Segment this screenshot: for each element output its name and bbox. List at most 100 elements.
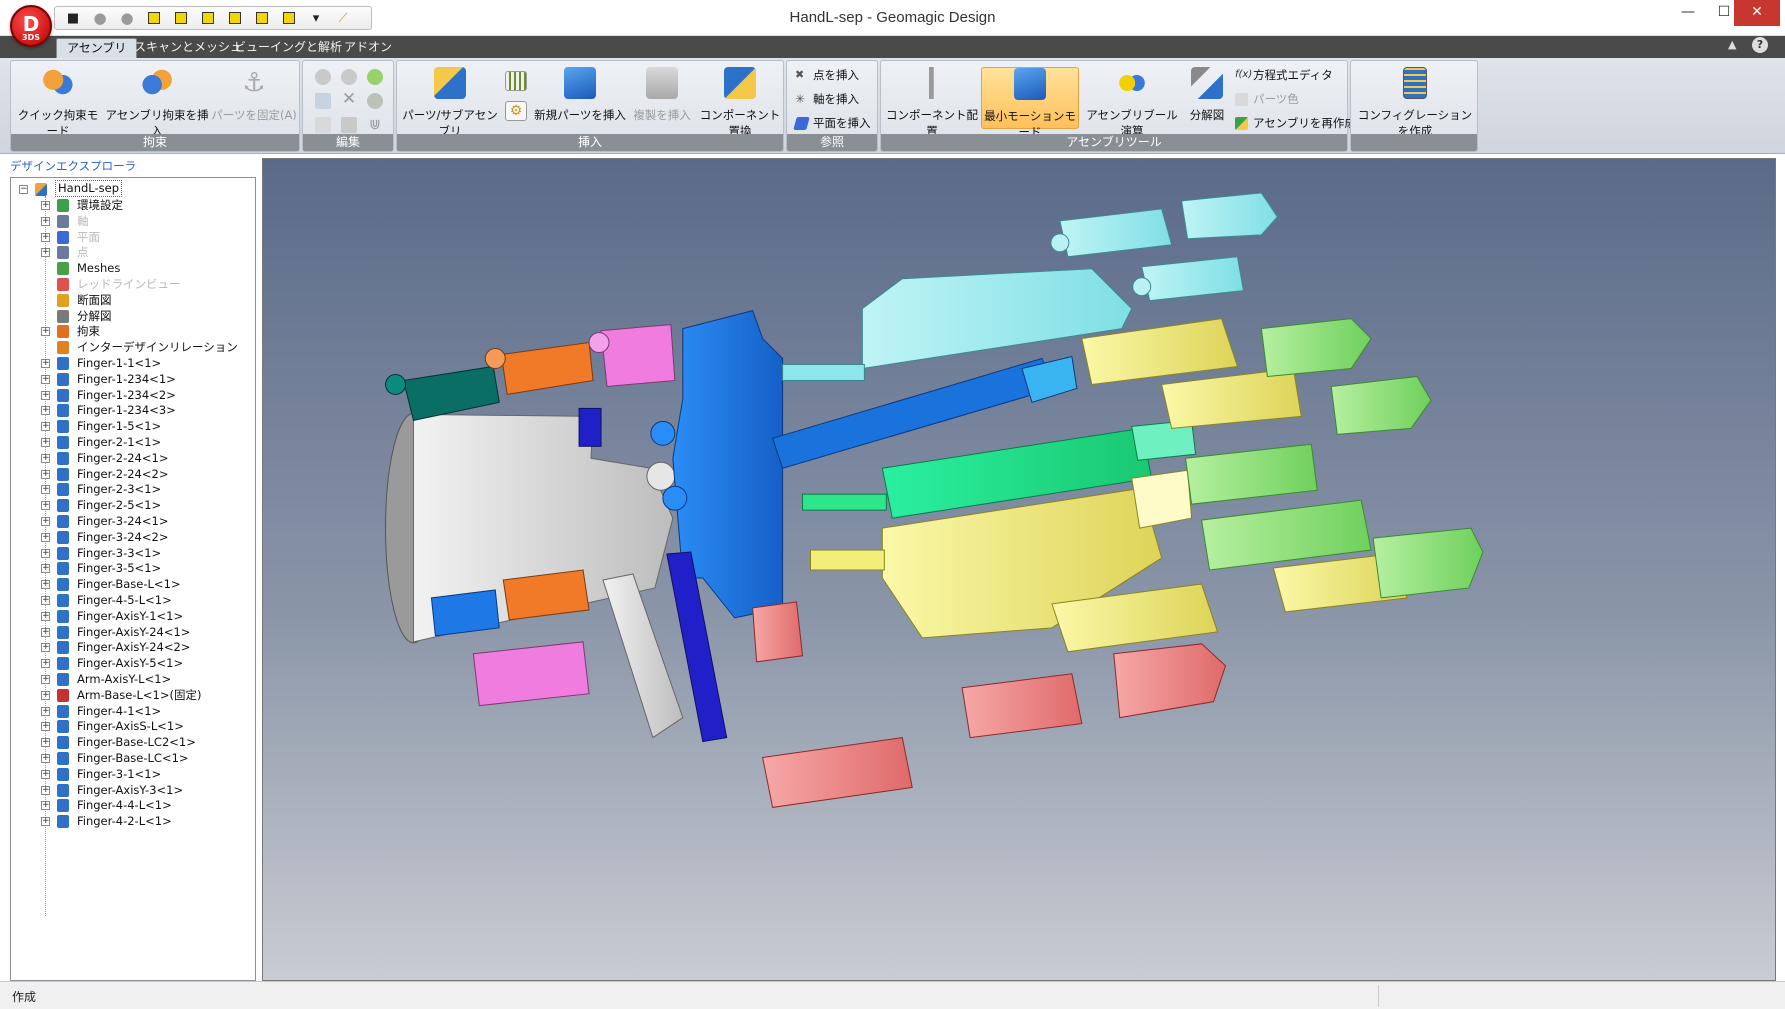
part-color-button[interactable]: パーツ色 [1233, 89, 1299, 109]
edit-split-icon[interactable]: ⋓ [367, 117, 383, 133]
component-layout-button[interactable]: コンポーネント配置 [885, 67, 979, 138]
tab-viewing-analysis[interactable]: ビューイングと解析 [224, 38, 352, 58]
3d-viewport[interactable] [262, 158, 1776, 981]
bracket-blue-part[interactable] [430, 589, 500, 637]
expand-icon[interactable]: + [41, 611, 50, 621]
grid-insert-icon[interactable] [505, 71, 527, 91]
part-icon [57, 641, 69, 655]
bracket-orange-part[interactable] [484, 341, 594, 395]
expand-icon[interactable]: + [41, 216, 50, 226]
expand-icon[interactable]: + [41, 390, 50, 400]
expand-icon[interactable]: + [41, 801, 50, 811]
expand-icon[interactable]: + [41, 327, 50, 337]
expand-icon[interactable]: + [41, 438, 50, 447]
expand-icon[interactable]: + [41, 422, 50, 432]
minimize-button[interactable]: — [1670, 0, 1706, 26]
expand-icon[interactable]: + [41, 769, 50, 779]
insert-new-part-button[interactable]: 新規パーツを挿入 [531, 67, 629, 129]
expand-icon[interactable]: + [41, 201, 50, 210]
part-icon [57, 420, 69, 434]
edit-shape-icon[interactable] [367, 69, 383, 85]
view-cube-icon[interactable] [252, 9, 272, 27]
expand-icon[interactable]: + [41, 817, 50, 827]
design-explorer-tree[interactable]: − HandL-sep + 環境設定 + 軸 + 平面 + 点 Meshes レッドラインビュー断… [10, 177, 256, 981]
expand-icon[interactable]: + [41, 453, 50, 463]
expand-icon[interactable]: + [41, 722, 50, 732]
view-cube-icon[interactable] [171, 9, 191, 27]
expand-icon[interactable]: + [41, 690, 50, 700]
edit-mirror-icon[interactable] [315, 117, 331, 133]
expand-icon[interactable]: + [41, 580, 50, 590]
assembly-boolean-button[interactable]: アセンブリブール演算 [1081, 67, 1183, 138]
tree-item-label: Finger-4-2-L<1> [77, 814, 172, 829]
quick-constraint-icon [42, 67, 74, 99]
part-subassembly-button[interactable]: パーツ/サブアセンブリ [401, 67, 499, 138]
edit-copy-icon[interactable] [315, 93, 331, 109]
tab-addons[interactable]: アドオン [334, 38, 402, 58]
save-icon[interactable]: ■ [63, 9, 83, 27]
bracket-pink2-part[interactable] [472, 641, 590, 707]
expand-icon[interactable]: + [41, 532, 50, 542]
insert-copy-button[interactable]: 複製を挿入 [629, 67, 695, 129]
undo-icon[interactable]: ● [90, 9, 110, 27]
bracket-grey-part[interactable] [602, 573, 684, 739]
app-logo-button[interactable]: D 3DS [10, 5, 52, 47]
expand-icon[interactable]: + [41, 248, 50, 258]
insert-plane-button[interactable]: 平面を挿入 [793, 113, 871, 133]
delete-icon[interactable]: ✕ [341, 91, 357, 108]
collapse-icon[interactable]: − [19, 185, 28, 194]
equation-editor-button[interactable]: f(x) 方程式エディタ [1233, 65, 1333, 85]
measure-icon[interactable]: ⟋ [333, 9, 353, 27]
bracket-pink-part[interactable] [588, 324, 676, 387]
dropdown-icon[interactable]: ▾ [306, 9, 326, 27]
expand-icon[interactable]: + [41, 706, 50, 716]
exploded-view-button[interactable]: 分解図 [1185, 67, 1229, 129]
redo-icon[interactable]: ● [117, 9, 137, 27]
tree-item[interactable]: + Finger-4-2-L<1> [11, 812, 251, 830]
model-scene[interactable] [263, 159, 1775, 980]
view-cube-icon[interactable] [225, 9, 245, 27]
edit-pattern-icon[interactable] [341, 117, 357, 133]
help-icon[interactable]: ? [1752, 37, 1768, 53]
insert-axis-button[interactable]: ✳ 軸を挿入 [793, 89, 859, 109]
small-navy-part[interactable] [578, 407, 602, 447]
gear-icon[interactable]: ⚙ [505, 101, 527, 121]
expand-icon[interactable]: + [41, 659, 50, 669]
edit-shape-icon[interactable] [367, 93, 383, 109]
expand-icon[interactable]: + [41, 785, 50, 795]
quick-constraint-button[interactable]: クイック拘束モード [15, 67, 101, 138]
expand-icon[interactable]: + [41, 643, 50, 653]
view-cube-icon[interactable] [198, 9, 218, 27]
expand-icon[interactable]: + [41, 627, 50, 637]
view-cube-icon[interactable] [279, 9, 299, 27]
fix-part-button[interactable]: ⚓ パーツを固定(A) [211, 67, 297, 129]
close-button[interactable]: ✕ [1734, 0, 1780, 26]
function-icon: f(x) [1235, 69, 1253, 80]
expand-icon[interactable]: + [41, 501, 50, 511]
minimum-motion-mode-button[interactable]: 最小モーションモード [981, 67, 1079, 139]
insert-assembly-constraint-button[interactable]: アセンブリ拘束を挿入 [105, 67, 209, 138]
expand-icon[interactable]: + [41, 596, 50, 605]
expand-icon[interactable]: + [41, 485, 50, 495]
bracket-teal-part[interactable] [385, 365, 500, 421]
expand-icon[interactable]: + [41, 675, 50, 684]
view-cube-icon[interactable] [144, 9, 164, 27]
expand-icon[interactable]: + [41, 232, 50, 242]
edit-circle-icon[interactable] [341, 69, 357, 85]
chevron-up-icon[interactable]: ▲ [1728, 38, 1736, 51]
component-replace-button[interactable]: コンポーネント置換 [697, 67, 783, 138]
expand-icon[interactable]: + [41, 469, 50, 479]
expand-icon[interactable]: + [41, 359, 50, 368]
expand-icon[interactable]: + [41, 564, 50, 574]
expand-icon[interactable]: + [41, 517, 50, 526]
rebuild-assembly-button[interactable]: アセンブリを再作成 [1233, 113, 1356, 133]
expand-icon[interactable]: + [41, 374, 50, 384]
expand-icon[interactable]: + [41, 406, 50, 416]
expand-icon[interactable]: + [41, 738, 50, 748]
expand-icon[interactable]: + [41, 548, 50, 558]
edit-circle-icon[interactable] [315, 69, 331, 85]
insert-point-button[interactable]: ✖ 点を挿入 [793, 65, 859, 85]
create-configuration-button[interactable]: コンフィグレーションを作成 [1355, 67, 1475, 138]
quick-access-toolbar: ■ ● ● ▾ ⟋ [54, 6, 372, 30]
expand-icon[interactable]: + [41, 754, 50, 763]
